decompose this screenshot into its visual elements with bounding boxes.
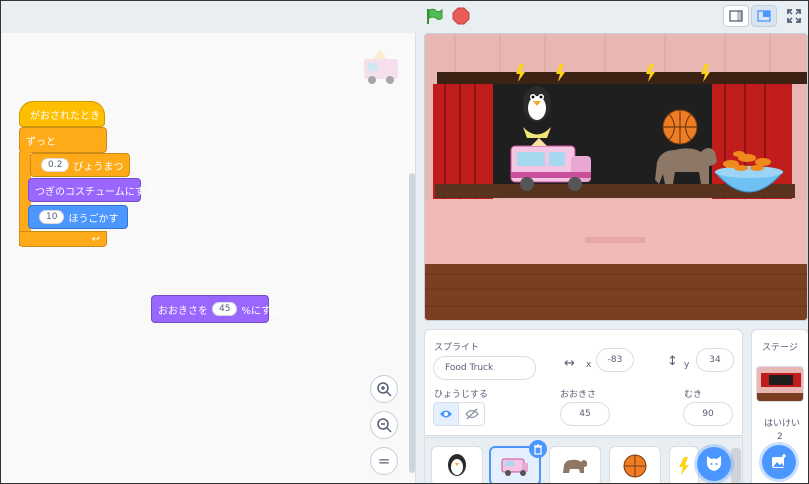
direction-field[interactable]: 90 (683, 402, 733, 426)
sprite-thumb-basketball[interactable] (609, 446, 661, 484)
forever-block[interactable]: ずっと (19, 127, 107, 153)
normal-stage-button[interactable] (751, 5, 777, 27)
sprite-thumb-penguin[interactable] (431, 446, 483, 484)
set-size-label-after: %にする (241, 305, 282, 317)
fullscreen-button[interactable] (781, 5, 807, 27)
size-field[interactable]: 45 (560, 402, 610, 426)
next-costume-label: つぎのコスチュームにする (35, 186, 155, 198)
zoom-out-button[interactable] (370, 411, 398, 439)
move-steps-block[interactable]: 10 ほうごかす (28, 205, 128, 229)
code-scrollbar[interactable] (409, 173, 415, 473)
bear-sprite (655, 148, 717, 184)
stage-header (0, 0, 809, 32)
trash-icon (534, 443, 542, 455)
delete-sprite-button[interactable] (529, 440, 547, 458)
set-size-input[interactable]: 45 (212, 302, 238, 316)
fullscreen-icon (787, 9, 801, 23)
loop-arrow-icon: ↩ (91, 233, 100, 245)
cheesy-puffs-sprite (713, 151, 785, 193)
sprite-list (424, 437, 743, 484)
sprite-name-field[interactable]: Food Truck (433, 356, 536, 380)
small-stage-button[interactable] (723, 5, 749, 27)
image-add-icon (772, 454, 786, 468)
sprite-info-pane: スプライト Food Truck ↔ x -83 ↕ y 34 ひょうじする お… (424, 329, 743, 436)
choose-backdrop-button[interactable] (762, 445, 796, 479)
bear-icon (563, 459, 587, 473)
forever-label: ずっと (26, 136, 56, 148)
hat-block-label: がおされたとき (30, 110, 100, 122)
choose-sprite-button[interactable] (697, 447, 731, 481)
zoom-out-icon (377, 418, 392, 433)
vertical-arrows-icon: ↕ (667, 354, 678, 369)
backdrop-label: はいけい (764, 419, 801, 429)
basketball-icon (623, 454, 647, 478)
stage-backdrop-icon (757, 367, 803, 401)
move-steps-input[interactable]: 10 (39, 210, 65, 224)
green-flag-icon[interactable] (425, 7, 443, 25)
sprite-thumb-more[interactable] (669, 446, 699, 484)
horizontal-arrows-icon: ↔ (564, 356, 575, 371)
set-size-label-before: おおきさを (158, 305, 208, 317)
y-position-field[interactable]: 34 (696, 348, 734, 372)
move-steps-label: ほうごかす (68, 213, 119, 225)
penguin-icon (448, 454, 466, 476)
zoom-in-icon (377, 382, 392, 397)
penguin-sprite (523, 86, 551, 138)
backdrop-thumbnail[interactable] (756, 366, 804, 402)
x-position-field[interactable]: -83 (596, 348, 634, 372)
cat-add-icon (706, 456, 722, 471)
wait-label: びょうまつ (73, 161, 124, 173)
sprite-list-scrollbar[interactable] (731, 448, 741, 484)
sprite-thumb-bear[interactable] (549, 446, 601, 484)
wait-seconds-input[interactable]: 0.2 (41, 158, 70, 172)
food-truck-icon (501, 458, 528, 476)
zoom-in-button[interactable] (370, 375, 398, 403)
stop-icon[interactable] (452, 7, 470, 25)
stage-title: ステージ (762, 343, 798, 353)
hide-visible-button[interactable] (459, 402, 485, 426)
normal-stage-icon (757, 10, 771, 22)
sprite-section-label: スプライト (434, 343, 480, 353)
next-costume-block[interactable]: つぎのコスチュームにする (28, 178, 155, 202)
y-label: y (684, 360, 690, 370)
when-flag-clicked-block[interactable]: がおされたとき (19, 101, 105, 127)
size-label: おおきさ (560, 390, 597, 400)
eye-icon (440, 410, 452, 418)
set-size-block[interactable]: おおきさを 45 %にする (151, 295, 281, 323)
current-sprite-watermark-icon (364, 49, 398, 84)
code-workspace[interactable]: がおされたとき ずっと ↩ 0.2 びょうまつ つぎのコスチュームにする 10 … (0, 33, 416, 484)
lightning-icon (679, 457, 689, 475)
small-stage-icon (729, 10, 743, 22)
zoom-reset-button[interactable]: = (370, 447, 398, 475)
show-visible-button[interactable] (433, 402, 459, 426)
direction-label: むき (684, 390, 703, 400)
show-label: ひょうじする (434, 390, 489, 400)
wait-block[interactable]: 0.2 びょうまつ (30, 153, 130, 177)
x-label: x (586, 360, 592, 370)
backdrop-count: 2 (777, 432, 783, 442)
food-truck-sprite (510, 138, 591, 191)
stage-target-pane[interactable]: ステージ はいけい 2 (751, 329, 809, 484)
forever-block-bottom: ↩ (19, 231, 107, 247)
stage-canvas[interactable] (424, 33, 808, 321)
zoom-reset-label: = (377, 452, 391, 470)
eye-slash-icon (464, 408, 479, 420)
